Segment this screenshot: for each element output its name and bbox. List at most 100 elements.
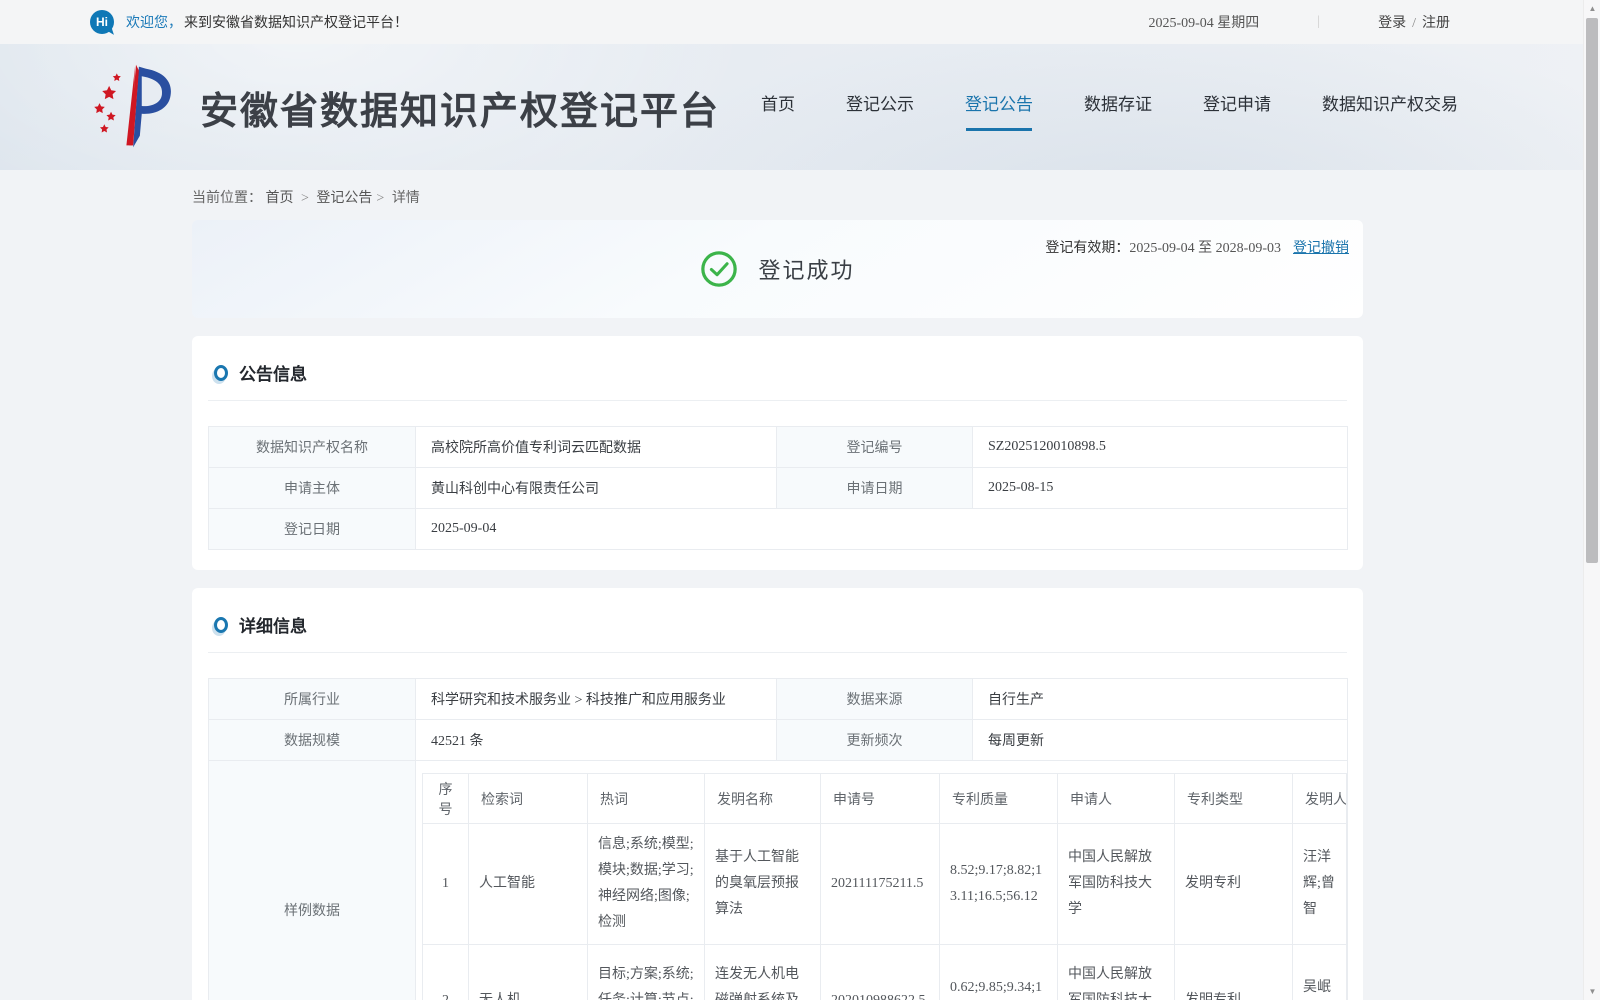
applicant-label: 申请主体 <box>208 467 416 509</box>
data-source-value: 自行生产 <box>972 678 1348 720</box>
sample-header-row: 序号 检索词 热词 发明名称 申请号 专利质量 申请人 专利类型 发明人 <box>422 773 1347 824</box>
breadcrumb-prefix: 当前位置： <box>192 191 262 206</box>
col-inventor: 发明人 <box>1292 773 1347 824</box>
revoke-registration-link[interactable]: 登记撤销 <box>1293 237 1349 257</box>
breadcrumb-separator: > <box>301 191 309 206</box>
login-link[interactable]: 登录 <box>1378 16 1406 31</box>
apply-date-label: 申请日期 <box>776 467 973 509</box>
data-scale-label: 数据规模 <box>208 719 416 761</box>
section-ring-icon <box>214 364 228 381</box>
scrollbar-down-arrow-icon[interactable]: ▼ <box>1584 983 1600 1000</box>
nav-item-registration-announcement[interactable]: 登记公告 <box>963 84 1035 131</box>
section-ring-icon <box>214 616 228 633</box>
nav-item-registration-publicity[interactable]: 登记公示 <box>844 84 916 131</box>
detail-info-table: 所属行业 科学研究和技术服务业 > 科技推广和应用服务业 数据来源 自行生产 数… <box>208 678 1348 1000</box>
site-header: 安徽省数据知识产权登记平台 首页 登记公示 登记公告 数据存证 登记申请 数据知… <box>0 44 1600 170</box>
data-scale-value: 42521 条 <box>415 719 777 761</box>
welcome-text: 来到安徽省数据知识产权登记平台！ <box>184 16 408 31</box>
registration-status-text: 登记成功 <box>758 258 855 283</box>
cell-inventor: 汪洋辉;曾智 <box>1292 823 1347 945</box>
sample-row: 1 人工智能 信息;系统;模型;模块;数据;学习;神经网络;图像;检测 基于人工… <box>422 823 1347 945</box>
cell-index: 1 <box>422 823 469 945</box>
col-keyword: 检索词 <box>468 773 588 824</box>
detail-section-title: 详细信息 <box>239 617 307 636</box>
sample-data-table: 序号 检索词 热词 发明名称 申请号 专利质量 申请人 专利类型 发明人 1 人… <box>422 773 1347 1000</box>
site-title: 安徽省数据知识产权登记平台 <box>200 90 721 133</box>
table-row: 数据规模 42521 条 更新频次 每周更新 <box>208 719 1348 761</box>
current-date: 2025-09-04 星期四 <box>1148 16 1260 31</box>
col-quality: 专利质量 <box>939 773 1058 824</box>
validity-dates: 2025-09-04 至 2028-09-03 <box>1129 241 1281 256</box>
cell-patent-type: 发明专利 <box>1174 823 1293 945</box>
table-row: 登记日期 2025-09-04 <box>208 508 1348 550</box>
detail-info-section: 详细信息 所属行业 科学研究和技术服务业 > 科技推广和应用服务业 数据来源 自… <box>192 588 1363 1000</box>
cell-app-no: 202010988622.5 <box>820 943 940 1000</box>
scrollbar-up-arrow-icon[interactable]: ▲ <box>1584 0 1600 17</box>
update-frequency-value: 每周更新 <box>972 719 1348 761</box>
scrollbar-thumb[interactable] <box>1586 18 1598 563</box>
cell-applicant: 中国人民解放军国防科技大学 <box>1057 943 1175 1000</box>
site-logo-icon <box>94 64 171 148</box>
industry-value: 科学研究和技术服务业 > 科技推广和应用服务业 <box>415 678 777 720</box>
registration-date-value: 2025-09-04 <box>415 508 1348 550</box>
industry-label: 所属行业 <box>208 678 416 720</box>
registration-number-label: 登记编号 <box>776 426 973 468</box>
col-invention: 发明名称 <box>704 773 821 824</box>
auth-separator: / <box>1412 16 1416 31</box>
registration-date-label: 登记日期 <box>208 508 416 550</box>
table-row: 申请主体 黄山科创中心有限责任公司 申请日期 2025-08-15 <box>208 467 1348 509</box>
cell-patent-type: 发明专利 <box>1174 943 1293 1000</box>
breadcrumb-section[interactable]: 登记公告 <box>316 191 372 206</box>
main-nav: 首页 登记公示 登记公告 数据存证 登记申请 数据知识产权交易 <box>759 84 1460 131</box>
cell-index: 2 <box>422 943 469 1000</box>
cell-hotwords: 目标;方案;系统;任务;计算;节点;路径;构建;执行 <box>587 943 705 1000</box>
apply-date-value: 2025-08-15 <box>972 467 1348 509</box>
announcement-info-table: 数据知识产权名称 高校院所高价值专利词云匹配数据 登记编号 SZ20251200… <box>208 426 1348 550</box>
validity-label: 登记有效期： <box>1045 241 1130 256</box>
sample-data-cell: 序号 检索词 热词 发明名称 申请号 专利质量 申请人 专利类型 发明人 1 人… <box>415 760 1348 1000</box>
cell-keyword: 无人机 <box>468 943 588 1000</box>
vertical-scrollbar[interactable]: ▲ ▼ <box>1583 0 1600 1000</box>
table-row: 数据知识产权名称 高校院所高价值专利词云匹配数据 登记编号 SZ20251200… <box>208 426 1348 468</box>
col-index: 序号 <box>422 773 469 824</box>
registration-number-value: SZ2025120010898.5 <box>972 426 1348 468</box>
data-ip-name-value: 高校院所高价值专利词云匹配数据 <box>415 426 777 468</box>
col-patent-type: 专利类型 <box>1174 773 1293 824</box>
update-frequency-label: 更新频次 <box>776 719 973 761</box>
col-app-no: 申请号 <box>820 773 940 824</box>
col-hotwords: 热词 <box>587 773 705 824</box>
hi-badge-icon: Hi <box>90 10 114 34</box>
col-applicant: 申请人 <box>1057 773 1175 824</box>
cell-invention: 基于人工智能的臭氧层预报算法 <box>704 823 821 945</box>
breadcrumb-current: 详情 <box>391 191 420 206</box>
sample-row: 2 无人机 目标;方案;系统;任务;计算;节点;路径;构建;执行 连发无人机电磁… <box>422 943 1347 1000</box>
topbar-divider: | <box>1317 14 1321 29</box>
table-row: 所属行业 科学研究和技术服务业 > 科技推广和应用服务业 数据来源 自行生产 <box>208 678 1348 720</box>
cell-inventor: 吴岷湘; <box>1292 943 1347 1000</box>
cell-keyword: 人工智能 <box>468 823 588 945</box>
nav-item-data-ip-trade[interactable]: 数据知识产权交易 <box>1320 84 1460 131</box>
table-row: 样例数据 序号 检索词 热词 发明名称 申请号 专利质量 申请人 专利类型 发明… <box>208 760 1348 1000</box>
nav-item-home[interactable]: 首页 <box>759 84 797 131</box>
data-source-label: 数据来源 <box>776 678 973 720</box>
breadcrumb-separator: > <box>376 191 385 206</box>
brand: 安徽省数据知识产权登记平台 <box>88 59 720 155</box>
announcement-info-section: 公告信息 数据知识产权名称 高校院所高价值专利词云匹配数据 登记编号 SZ202… <box>192 336 1363 570</box>
star-icons <box>94 73 121 133</box>
nav-item-data-deposit[interactable]: 数据存证 <box>1082 84 1154 131</box>
nav-item-registration-apply[interactable]: 登记申请 <box>1201 84 1273 131</box>
breadcrumb-home[interactable]: 首页 <box>266 191 294 206</box>
applicant-value: 黄山科创中心有限责任公司 <box>415 467 777 509</box>
breadcrumb: 当前位置： 首页 > 登记公告 > 详情 <box>192 170 1600 220</box>
top-bar: Hi 欢迎您， 来到安徽省数据知识产权登记平台！ 2025-09-04 星期四 … <box>0 0 1600 44</box>
sample-data-label: 样例数据 <box>208 760 416 1000</box>
sample-table-viewport: 序号 检索词 热词 发明名称 申请号 专利质量 申请人 专利类型 发明人 1 人… <box>422 773 1348 1000</box>
cell-invention: 连发无人机电磁弹射系统及无人机机库 <box>704 943 821 1000</box>
success-check-icon <box>701 251 738 287</box>
cell-hotwords: 信息;系统;模型;模块;数据;学习;神经网络;图像;检测 <box>587 823 705 945</box>
data-ip-name-label: 数据知识产权名称 <box>208 426 416 468</box>
register-link[interactable]: 注册 <box>1422 16 1450 31</box>
cell-app-no: 202111175211.5 <box>820 823 940 945</box>
cell-quality: 8.52;9.17;8.82;13.11;16.5;56.12 <box>939 823 1058 945</box>
announcement-section-title: 公告信息 <box>239 365 307 384</box>
